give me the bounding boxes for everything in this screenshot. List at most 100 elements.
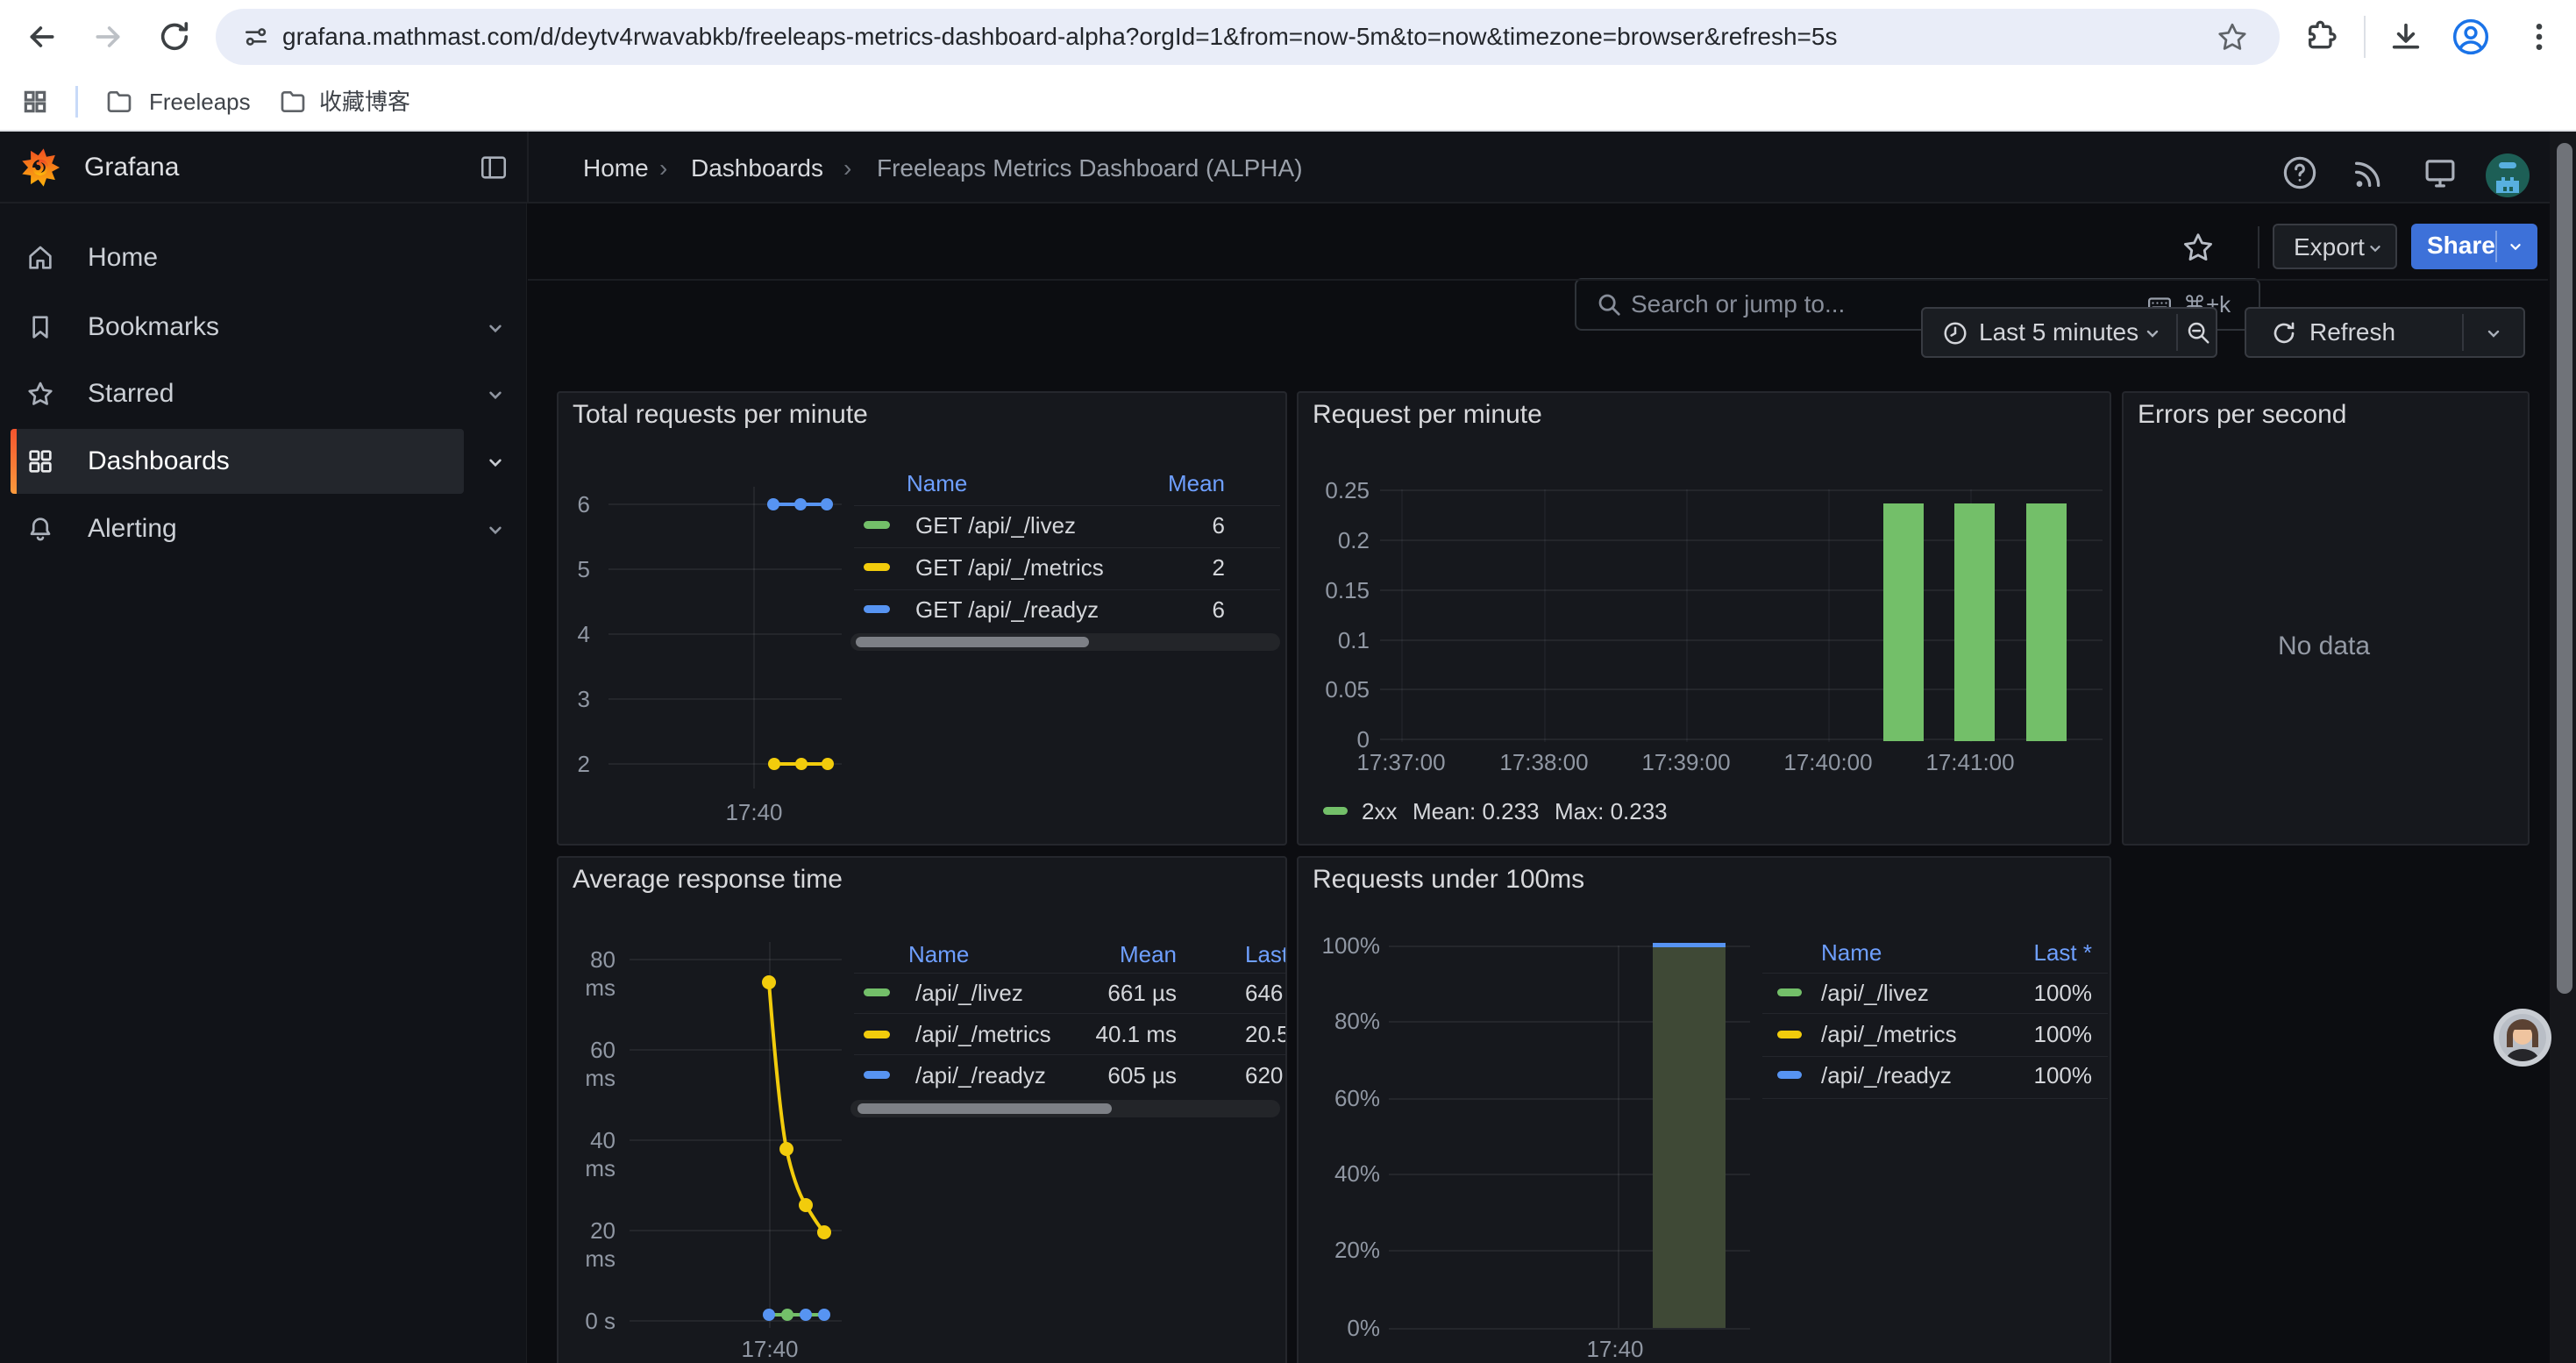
data-point[interactable] [767,498,779,510]
legend-swatch-readyz[interactable] [1777,1071,1802,1079]
chevron-down-icon[interactable] [484,317,507,339]
sidebar-toggle-icon[interactable] [479,153,509,182]
kiosk-monitor-icon[interactable] [2422,154,2459,191]
legend-scrollbar-thumb[interactable] [856,637,1089,647]
legend-swatch-2xx[interactable] [1323,807,1348,815]
legend-swatch-readyz[interactable] [864,1071,890,1079]
gridline [608,568,842,570]
panel-title[interactable]: Requests under 100ms [1313,865,1584,895]
panel-title[interactable]: Errors per second [2138,400,2346,430]
legend-col-name[interactable]: Name [1821,938,1882,967]
panel-total-requests[interactable]: Total requests per minute 6 5 4 3 2 17:4… [557,391,1287,846]
back-icon[interactable] [25,19,60,54]
legend-col-mean[interactable]: Mean [1071,940,1177,968]
page-scrollbar-thumb[interactable] [2557,143,2572,994]
x-tick: 17:40:00 [1758,748,1898,776]
data-point[interactable] [795,758,808,770]
sidebar-item-home[interactable]: Home [0,230,526,286]
assistant-avatar-widget[interactable] [2494,1009,2551,1067]
favorite-dashboard-star-icon[interactable] [2181,231,2215,264]
share-button[interactable]: Share [2411,224,2537,269]
address-bar[interactable]: grafana.mathmast.com/d/deytv4rwavabkb/fr… [216,9,2280,65]
time-range-picker[interactable]: Last 5 minutes [1923,309,2176,356]
bookmark-icon [26,313,54,341]
legend-col-last[interactable]: Last * [1969,938,2092,967]
panel-requests-under-100ms[interactable]: Requests under 100ms 100% 80% 60% 40% 20… [1297,856,2111,1363]
reload-icon[interactable] [157,19,192,54]
panel-title[interactable]: Request per minute [1313,400,1542,430]
legend-mean-value: 661 µs [1071,979,1177,1007]
legend-swatch-metrics[interactable] [864,1031,890,1038]
chevron-down-icon[interactable] [484,383,507,406]
refresh-group: Refresh [2245,307,2525,358]
star-icon [26,380,54,408]
header-divider [527,132,529,202]
legend-name[interactable]: /api/_/metrics [1821,1020,1957,1048]
chevron-down-icon[interactable] [484,518,507,541]
legend-swatch-livez[interactable] [864,988,890,996]
bar-2xx[interactable] [1954,503,1995,741]
help-icon[interactable] [2281,154,2318,191]
legend-name[interactable]: /api/_/readyz [915,1061,1046,1089]
legend-col-mean[interactable]: Mean [1120,469,1225,497]
breadcrumb-home[interactable]: Home [583,154,649,182]
legend-name[interactable]: /api/_/metrics [915,1020,1051,1048]
breadcrumb-separator: › [659,154,667,182]
legend-name[interactable]: GET /api/_/readyz [915,596,1099,624]
chevron-down-icon[interactable] [484,451,507,474]
legend-name[interactable]: GET /api/_/metrics [915,553,1104,582]
sidebar-item-alerting[interactable]: Alerting [0,501,526,557]
panel-title[interactable]: Total requests per minute [573,400,868,430]
sidebar-item-label: Dashboards [88,433,230,489]
sidebar-item-starred[interactable]: Starred [0,366,526,422]
legend-name[interactable]: /api/_/livez [1821,979,1929,1007]
breadcrumb-dashboards[interactable]: Dashboards [691,154,823,182]
panel-average-response-time[interactable]: Average response time 80 ms 60 ms 40 ms … [557,856,1287,1363]
site-settings-icon[interactable] [242,23,270,51]
user-avatar[interactable] [2486,153,2530,197]
legend-col-name[interactable]: Name [907,469,967,497]
legend-swatch-livez[interactable] [864,521,890,529]
legend-swatch-readyz[interactable] [864,605,890,613]
export-button[interactable]: Export [2273,224,2397,269]
data-point[interactable] [821,498,833,510]
x-tick: 17:41:00 [1900,748,2040,776]
share-menu-chevron-icon[interactable] [2506,237,2525,256]
extensions-icon[interactable] [2304,19,2339,54]
refresh-button[interactable]: Refresh [2246,309,2462,356]
home-icon [26,244,54,272]
bar-2xx[interactable] [1883,503,1924,741]
legend-swatch-metrics[interactable] [864,563,890,571]
sidebar-item-bookmarks[interactable]: Bookmarks [0,299,526,355]
sidebar-item-dashboards-active[interactable]: Dashboards [11,429,464,494]
legend-scrollbar-thumb[interactable] [857,1103,1112,1114]
browser-menu-icon[interactable] [2522,19,2557,54]
legend-swatch-livez[interactable] [1777,988,1802,996]
brand-label[interactable]: Grafana [84,153,179,182]
url-text[interactable]: grafana.mathmast.com/d/deytv4rwavabkb/fr… [282,9,1837,65]
grafana-logo[interactable] [21,148,60,187]
forward-icon[interactable] [90,19,125,54]
apps-grid-icon[interactable] [21,88,49,116]
legend-name[interactable]: /api/_/livez [915,979,1023,1007]
x-tick: 17:38:00 [1474,748,1614,776]
downloads-icon[interactable] [2388,19,2423,54]
bookmark-star-icon[interactable] [2217,21,2248,53]
data-point[interactable] [822,758,834,770]
legend-col-name[interactable]: Name [908,940,969,968]
bar-2xx[interactable] [2026,503,2067,741]
legend-name[interactable]: GET /api/_/livez [915,511,1076,539]
legend-col-last[interactable]: Last * [1245,940,1287,968]
area-fill-100pct[interactable] [1653,946,1726,1328]
panel-request-per-minute[interactable]: Request per minute 0.25 0.2 0.15 0.1 0.0… [1297,391,2111,846]
news-rss-icon[interactable] [2351,156,2386,191]
data-point[interactable] [768,758,780,770]
profile-icon[interactable] [2451,18,2490,56]
data-point[interactable] [794,498,807,510]
zoom-out-time-button[interactable] [2178,309,2217,356]
panel-errors-per-second[interactable]: Errors per second No data [2122,391,2530,846]
legend-name[interactable]: /api/_/readyz [1821,1061,1952,1089]
legend-series-name[interactable]: 2xx [1362,797,1397,825]
refresh-interval-dropdown[interactable] [2464,309,2523,356]
legend-swatch-metrics[interactable] [1777,1031,1802,1038]
